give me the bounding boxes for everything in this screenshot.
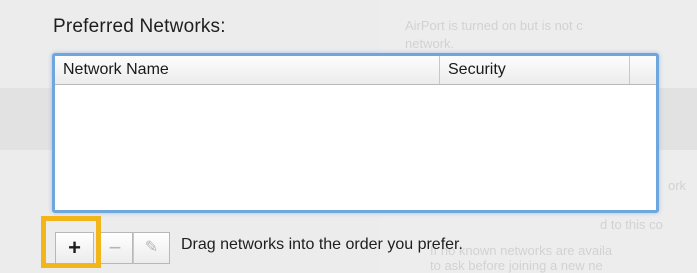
highlight-box bbox=[41, 216, 101, 268]
column-header-network-name[interactable]: Network Name bbox=[55, 56, 440, 84]
column-header-spacer bbox=[630, 56, 656, 84]
background-airport-status-2: network. bbox=[405, 36, 455, 51]
remove-network-button[interactable]: − bbox=[98, 232, 133, 264]
background-airport-status: AirPort is turned on but is not c bbox=[405, 18, 583, 33]
background-join-notice: d to this co bbox=[600, 217, 663, 232]
table-header: Network Name Security bbox=[55, 56, 656, 85]
column-header-security[interactable]: Security bbox=[440, 56, 630, 84]
background-available-notice-2: to ask before joining a new ne bbox=[430, 258, 603, 273]
background-known-networks: ork bbox=[668, 178, 687, 193]
edit-network-button[interactable]: ✎ bbox=[133, 232, 170, 264]
drag-hint: Drag networks into the order you prefer. bbox=[181, 236, 463, 253]
preferred-networks-table[interactable]: Network Name Security bbox=[52, 53, 659, 213]
minus-icon: − bbox=[108, 235, 122, 260]
section-title: Preferred Networks: bbox=[53, 16, 226, 37]
pencil-icon: ✎ bbox=[144, 239, 159, 256]
